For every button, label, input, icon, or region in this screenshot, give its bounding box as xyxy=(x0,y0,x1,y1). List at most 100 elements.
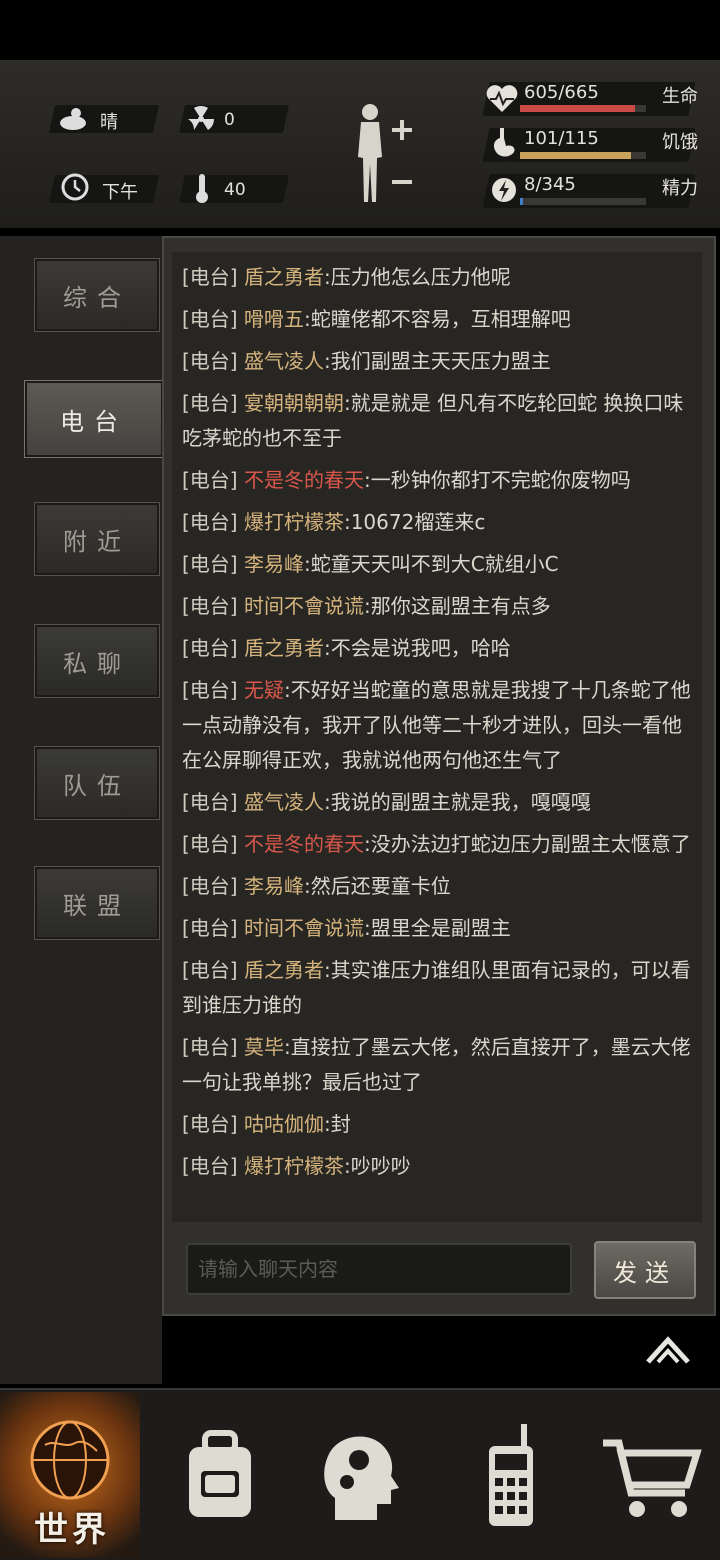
message-text: :没办法边打蛇边压力副盟主太惬意了 xyxy=(363,832,691,856)
health-label: 生命 xyxy=(662,86,698,107)
message-text: :10672榴莲来c xyxy=(343,510,486,534)
clock-icon xyxy=(61,173,89,201)
hunger-bar xyxy=(520,152,646,159)
sender-name[interactable]: 李易峰 xyxy=(244,552,304,576)
chat-input[interactable]: 请输入聊天内容 xyxy=(186,1243,572,1295)
globe-icon xyxy=(30,1420,110,1500)
channel-tag: [电台] xyxy=(182,349,238,373)
channel-tag: [电台] xyxy=(182,391,238,415)
tab-team[interactable]: 队伍 xyxy=(34,746,160,820)
chat-message: [电台] 盛气凌人:我说的副盟主就是我，嘎嘎嘎 xyxy=(172,785,702,827)
tab-alliance[interactable]: 联盟 xyxy=(34,866,160,940)
channel-tag: [电台] xyxy=(182,636,238,660)
temperature-value: 40 xyxy=(224,180,246,200)
channel-tag: [电台] xyxy=(182,832,238,856)
channel-tag: [电台] xyxy=(182,1035,238,1059)
chat-message: [电台] 爆打柠檬茶:10672榴莲来c xyxy=(172,505,702,547)
message-text: :我说的副盟主就是我，嘎嘎嘎 xyxy=(323,790,591,814)
channel-tag: [电台] xyxy=(182,1112,238,1136)
time-value: 下午 xyxy=(102,182,138,203)
sender-name[interactable]: 时间不會说谎 xyxy=(244,594,364,618)
chat-feed[interactable]: [电台] 盾之勇者:压力他怎么压力他呢 [电台] 嗗嗗五:蛇瞳佬都不容易，互相理解… xyxy=(172,252,702,1222)
chat-message: [电台] 宴朝朝朝朝:就是就是 但凡有不吃轮回蛇 换换口味吃茅蛇的也不至于 xyxy=(172,386,702,463)
sender-name[interactable]: 不是冬的春天 xyxy=(244,468,364,492)
tab-general[interactable]: 综合 xyxy=(34,258,160,332)
sender-name[interactable]: 李易峰 xyxy=(244,874,304,898)
sender-name[interactable]: 宴朝朝朝朝 xyxy=(244,391,344,415)
sender-name[interactable]: 时间不會说谎 xyxy=(244,916,364,940)
status-bar xyxy=(0,0,720,60)
message-text: :吵吵吵 xyxy=(343,1154,411,1178)
weather-value: 晴 xyxy=(100,112,118,133)
channel-tag: [电台] xyxy=(182,790,238,814)
sender-name[interactable]: 嗗嗗五 xyxy=(244,307,304,331)
heart-icon xyxy=(486,85,518,112)
chat-message: [电台] 不是冬的春天:一秒钟你都打不完蛇你废物吗 xyxy=(172,463,702,505)
health-bar xyxy=(520,105,646,112)
backpack-icon xyxy=(189,1430,251,1517)
chat-message: [电台] 咕咕伽伽:封 xyxy=(172,1107,702,1149)
message-text: :那你这副盟主有点多 xyxy=(363,594,551,618)
nav-world-label: 世界 xyxy=(34,1510,110,1550)
radiation-value: 0 xyxy=(224,110,235,130)
message-text: :盟里全是副盟主 xyxy=(363,916,511,940)
chat-message: [电台] 盾之勇者:压力他怎么压力他呢 xyxy=(172,260,702,302)
message-text: :蛇童天天叫不到大C就组小C xyxy=(303,552,559,576)
sender-name[interactable]: 盛气凌人 xyxy=(244,790,324,814)
channel-tag: [电台] xyxy=(182,1154,238,1178)
chat-message: [电台] 嗗嗗五:蛇瞳佬都不容易，互相理解吧 xyxy=(172,302,702,344)
message-text: :蛇瞳佬都不容易，互相理解吧 xyxy=(303,307,571,331)
tab-private[interactable]: 私聊 xyxy=(34,624,160,698)
message-text: :然后还要童卡位 xyxy=(303,874,451,898)
sender-name[interactable]: 盾之勇者 xyxy=(244,636,324,660)
tab-radio[interactable]: 电台 xyxy=(24,380,164,458)
head-gears-icon xyxy=(324,1436,399,1520)
message-text: :不会是说我吧，哈哈 xyxy=(323,636,511,660)
sender-name[interactable]: 盾之勇者 xyxy=(244,958,324,982)
sender-name[interactable]: 无疑 xyxy=(244,678,284,702)
chat-message: [电台] 时间不會说谎:那你这副盟主有点多 xyxy=(172,589,702,631)
nav-backpack[interactable] xyxy=(150,1392,290,1558)
tab-nearby[interactable]: 附近 xyxy=(34,502,160,576)
sender-name[interactable]: 盾之勇者 xyxy=(244,265,324,289)
message-text: :封 xyxy=(323,1112,351,1136)
message-text: :一秒钟你都打不完蛇你废物吗 xyxy=(363,468,631,492)
chat-message: [电台] 盾之勇者:不会是说我吧，哈哈 xyxy=(172,631,702,673)
chat-message: [电台] 李易峰:蛇童天天叫不到大C就组小C xyxy=(172,547,702,589)
chat-message: [电台] 不是冬的春天:没办法边打蛇边压力副盟主太惬意了 xyxy=(172,827,702,869)
stomach-icon xyxy=(493,128,515,157)
channel-tag: [电台] xyxy=(182,307,238,331)
channel-tag: [电台] xyxy=(182,874,238,898)
channel-tag: [电台] xyxy=(182,958,238,982)
channel-tag: [电台] xyxy=(182,552,238,576)
chat-message: [电台] 盾之勇者:其实谁压力谁组队里面有记录的，可以看到谁压力谁的 xyxy=(172,953,702,1030)
body-status-icon[interactable] xyxy=(348,102,418,212)
message-text: :我们副盟主天天压力盟主 xyxy=(323,349,551,373)
cart-icon xyxy=(603,1439,702,1517)
channel-tag: [电台] xyxy=(182,468,238,492)
send-button[interactable]: 发送 xyxy=(594,1241,696,1299)
collapse-up-icon[interactable] xyxy=(644,1334,692,1364)
chat-message: [电台] 时间不會说谎:盟里全是副盟主 xyxy=(172,911,702,953)
weather-icon xyxy=(60,108,86,130)
sender-name[interactable]: 不是冬的春天 xyxy=(244,832,364,856)
sender-name[interactable]: 爆打柠檬茶 xyxy=(244,1154,344,1178)
chat-message: [电台] 爆打柠檬茶:吵吵吵 xyxy=(172,1149,702,1191)
sender-name[interactable]: 莫毕 xyxy=(244,1035,284,1059)
nav-skills[interactable] xyxy=(290,1392,430,1558)
energy-bar xyxy=(520,198,646,205)
channel-tag: [电台] xyxy=(182,594,238,618)
sender-name[interactable]: 咕咕伽伽 xyxy=(244,1112,324,1136)
nav-shop[interactable] xyxy=(580,1392,720,1558)
hunger-label: 饥饿 xyxy=(662,132,698,153)
sender-name[interactable]: 盛气凌人 xyxy=(244,349,324,373)
nav-radio[interactable] xyxy=(440,1392,580,1558)
radiation-icon xyxy=(188,105,215,130)
channel-tag: [电台] xyxy=(182,916,238,940)
chat-message: [电台] 无疑:不好好当蛇童的意思就是我搜了十几条蛇了他一点动静没有，我开了队他… xyxy=(172,673,702,785)
sender-name[interactable]: 爆打柠檬茶 xyxy=(244,510,344,534)
thermometer-icon xyxy=(196,174,208,203)
channel-tag: [电台] xyxy=(182,265,238,289)
hunger-value: 101/115 xyxy=(524,128,599,149)
chat-message: [电台] 李易峰:然后还要童卡位 xyxy=(172,869,702,911)
